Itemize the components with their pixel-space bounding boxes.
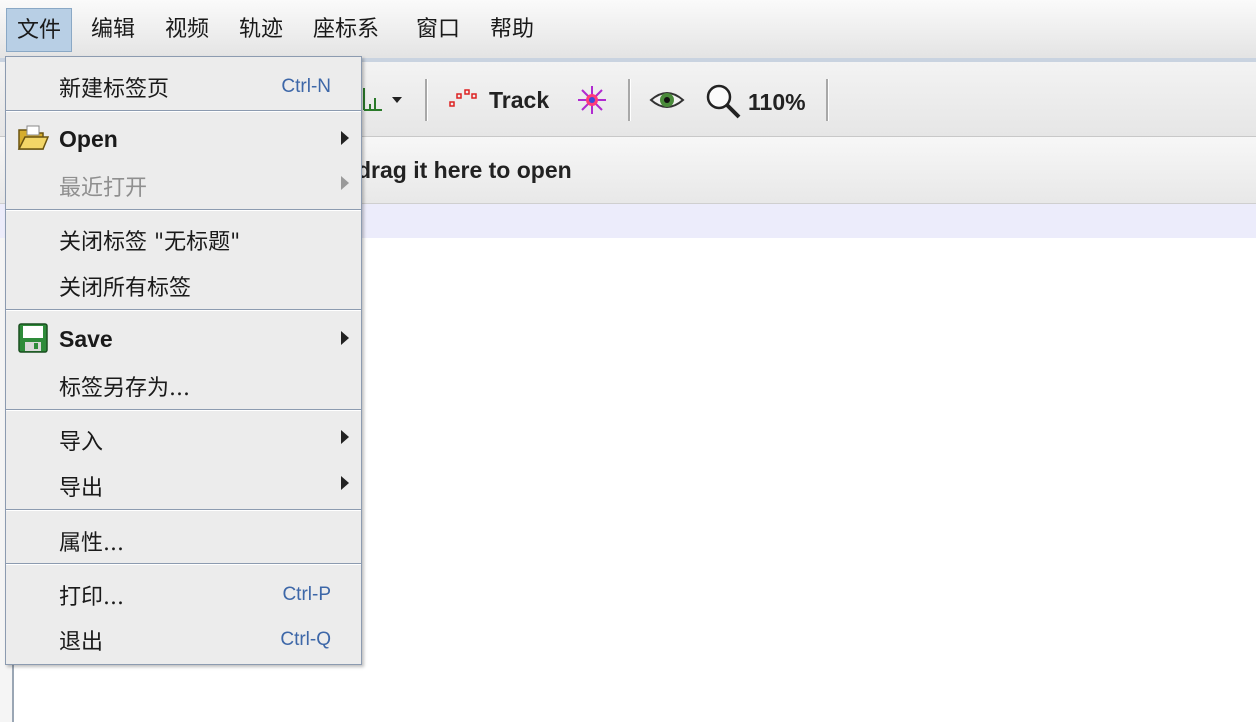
menu-item-close-all-tabs[interactable]: 关闭所有标签 — [6, 262, 361, 306]
track-label: Track — [489, 87, 550, 113]
toolbar-separator — [628, 79, 631, 121]
submenu-arrow-icon — [341, 476, 349, 490]
menu-item-label: 最近打开 — [59, 176, 148, 201]
drop-hint-text: drag it here to open — [357, 157, 572, 183]
autotracker-button[interactable] — [574, 82, 610, 118]
shortcut-text: Ctrl-Q — [280, 629, 331, 650]
menu-separator — [6, 309, 361, 311]
toolbar-separator — [425, 79, 428, 121]
track-points-icon — [449, 89, 477, 107]
submenu-arrow-icon — [341, 331, 349, 345]
menu-item-label: 关闭标签 "无标题" — [59, 230, 241, 255]
menu-item-label: 导出 — [59, 476, 104, 501]
menu-item-save-tab-as[interactable]: 标签另存为... — [6, 362, 361, 406]
menu-item-close-tab[interactable]: 关闭标签 "无标题" — [6, 216, 361, 260]
zoom-level: 110% — [748, 89, 806, 115]
toolbar-separator — [826, 79, 829, 121]
menu-separator — [6, 110, 361, 112]
menu-item-open[interactable]: Open — [6, 117, 361, 161]
menu-item-new-tab[interactable]: 新建标签页 Ctrl-N — [6, 63, 361, 107]
graph-tool-button[interactable] — [360, 84, 408, 116]
menu-item-label: 导入 — [59, 430, 104, 455]
menu-bar: 文件 编辑 视频 轨迹 座标系 窗口 帮助 — [0, 0, 1256, 62]
menu-separator — [6, 509, 361, 511]
menu-item-label: 退出 — [59, 630, 104, 655]
graph-icon — [363, 88, 402, 111]
menu-separator — [6, 409, 361, 411]
menu-item-export[interactable]: 导出 — [6, 462, 361, 506]
shortcut-text: Ctrl-N — [281, 76, 331, 97]
visibility-button[interactable] — [648, 84, 686, 116]
autotracker-burst-icon — [578, 86, 606, 114]
zoom-button[interactable]: 110% — [704, 82, 814, 120]
menu-video[interactable]: 视频 — [155, 8, 219, 52]
menu-item-exit[interactable]: 退出 Ctrl-Q — [6, 616, 361, 660]
menu-separator — [6, 209, 361, 211]
menu-coordinate-system[interactable]: 座标系 — [303, 8, 389, 52]
menu-file[interactable]: 文件 — [6, 8, 73, 52]
menu-item-label: 新建标签页 — [59, 77, 170, 102]
file-menu-dropdown: 新建标签页 Ctrl-N Open 最近打开 关闭标签 "无标题" 关闭所有标签… — [5, 56, 362, 665]
submenu-arrow-icon — [341, 176, 349, 190]
menu-item-label: Save — [59, 326, 113, 352]
menu-item-label: 属性... — [59, 531, 124, 556]
open-folder-icon — [17, 125, 49, 150]
menu-item-import[interactable]: 导入 — [6, 416, 361, 460]
eye-icon — [649, 92, 685, 108]
menu-track[interactable]: 轨迹 — [229, 8, 293, 52]
menu-item-label: 关闭所有标签 — [59, 276, 192, 301]
magnifier-icon — [706, 84, 741, 119]
menu-separator — [6, 563, 361, 565]
menu-item-label: 打印... — [59, 585, 124, 610]
menu-item-label: Open — [59, 126, 118, 152]
menu-help[interactable]: 帮助 — [480, 8, 544, 52]
menu-item-label: 标签另存为... — [59, 376, 190, 401]
menu-window[interactable]: 窗口 — [406, 8, 470, 52]
menu-item-save[interactable]: Save — [6, 317, 361, 361]
menu-item-properties[interactable]: 属性... — [6, 517, 361, 561]
save-disk-icon — [18, 323, 48, 353]
menu-edit[interactable]: 编辑 — [81, 8, 145, 52]
submenu-arrow-icon — [341, 430, 349, 444]
shortcut-text: Ctrl-P — [282, 584, 331, 605]
submenu-arrow-icon — [341, 131, 349, 145]
track-button[interactable]: Track — [446, 82, 558, 118]
menu-item-print[interactable]: 打印... Ctrl-P — [6, 571, 361, 615]
menu-item-recent: 最近打开 — [6, 162, 361, 206]
